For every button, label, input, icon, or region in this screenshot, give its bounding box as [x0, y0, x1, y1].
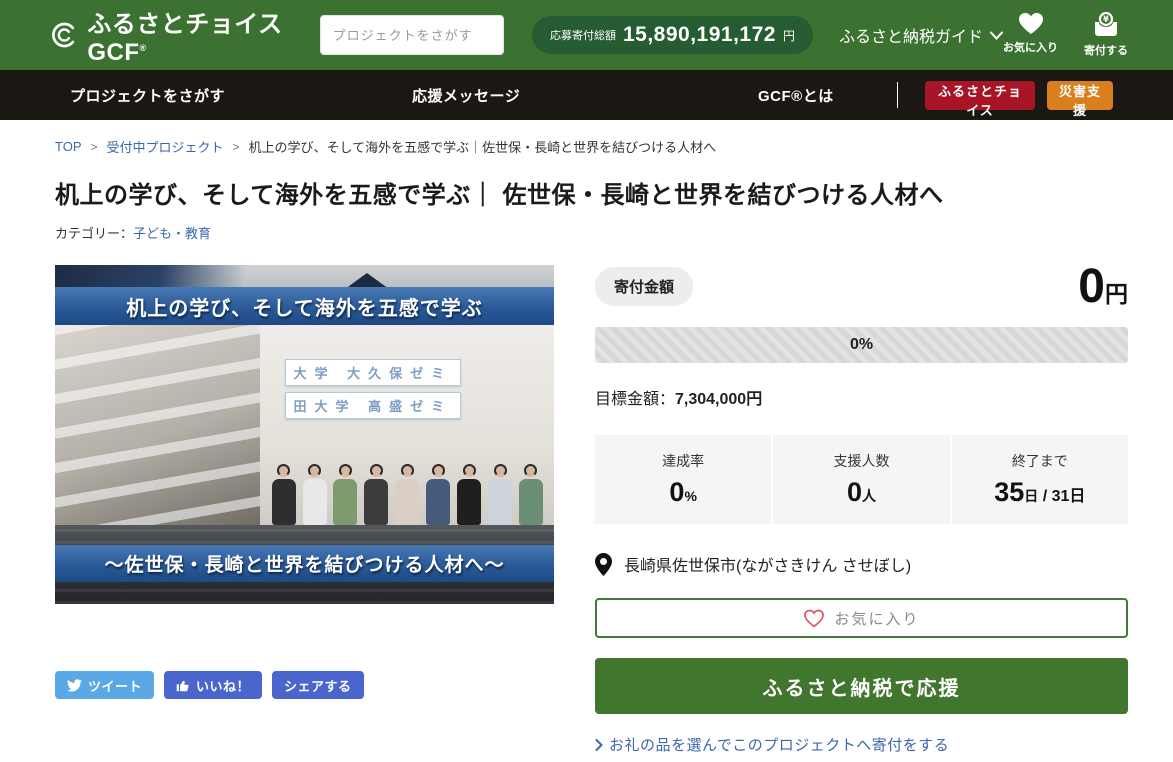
- header-donate[interactable]: ¥ 寄付する: [1084, 12, 1128, 58]
- main-nav: プロジェクトをさがす 応援メッセージ GCF®とは ふるさとチョイス 災害支援: [0, 70, 1173, 120]
- tax-guide-menu[interactable]: ふるさと納税ガイド: [839, 23, 1003, 47]
- category-label: カテゴリー：: [55, 226, 134, 241]
- donation-amount: 0 円: [1078, 263, 1128, 311]
- disaster-support-button[interactable]: 災害支援: [1047, 81, 1113, 118]
- stat-value: 35: [994, 477, 1025, 507]
- stat-unit: 日: [1024, 488, 1039, 504]
- student-figure: [363, 464, 389, 525]
- student-figure: [271, 464, 297, 525]
- goal-amount-row: 目標金額：7,304,000円: [595, 385, 1128, 409]
- header-search: [319, 15, 504, 55]
- project-hero-image[interactable]: 大学 大久保ゼミ 田大学 高盛ゼミ 机上の学び、そして海外を五感で学ぶ ～佐世保…: [55, 265, 554, 604]
- seminar-sign-row1: 大学 大久保ゼミ: [284, 359, 462, 386]
- tweet-button-label: ツイート: [88, 678, 143, 694]
- progress-bar: 0%: [595, 327, 1128, 363]
- stat-days-remaining: 終了まで 35日 / 31日: [951, 435, 1128, 524]
- location-text: 長崎県佐世保市(ながさきけん させぼし): [624, 558, 912, 575]
- goal-label: 目標金額：: [595, 391, 676, 408]
- hero-middle-photo: 大学 大久保ゼミ 田大学 高盛ゼミ: [55, 325, 554, 525]
- student-figure: [425, 464, 451, 525]
- search-input[interactable]: [320, 16, 503, 54]
- share-button-label: シェアする: [284, 678, 352, 694]
- tax-guide-label: ふるさと納税ガイド: [838, 29, 983, 46]
- nav-item-search-projects[interactable]: プロジェクトをさがす: [70, 70, 225, 120]
- nav-item-about-gcf[interactable]: GCF®とは: [758, 70, 834, 120]
- twitter-bird-icon: [67, 678, 82, 691]
- stat-label: 終了まで: [1011, 453, 1068, 469]
- goal-value: 7,304,000円: [675, 391, 763, 408]
- breadcrumb-separator: >: [90, 139, 98, 154]
- hero-students-group: [265, 429, 550, 525]
- share-row: ツイート いいね！ シェアする: [55, 671, 554, 699]
- header-favorites[interactable]: お気に入り: [1003, 12, 1058, 58]
- stat-unit: 人: [862, 488, 876, 504]
- progress-percent: 0%: [849, 336, 874, 353]
- logo-text: ふるさとチョイスGCF®: [87, 10, 283, 66]
- thumbs-up-icon: [176, 680, 189, 692]
- donate-cta-button[interactable]: ふるさと納税で応援: [595, 658, 1128, 714]
- donation-amount-value: 0: [1078, 260, 1105, 313]
- heart-outline-icon: [804, 609, 825, 627]
- student-figure: [518, 464, 544, 525]
- total-donation-badge: 応募寄付総額 15,890,191,172 円: [531, 16, 813, 54]
- map-pin-icon: [595, 552, 612, 576]
- stat-label: 支援人数: [833, 453, 890, 469]
- page-title: 机上の学び、そして海外を五感で学ぶ｜ 佐世保・長崎と世界を結びつける人材へ: [55, 182, 944, 209]
- total-donation-label: 応募寄付総額: [549, 30, 616, 42]
- reward-link[interactable]: お礼の品を選んでこのプロジェクトへ寄付をする: [609, 734, 949, 755]
- nav-item-support-messages[interactable]: 応援メッセージ: [412, 70, 520, 120]
- logo-c-icon: [52, 22, 75, 48]
- breadcrumb-current: 机上の学び、そして海外を五感で学ぶ｜佐世保・長崎と世界を結びつける人材へ: [248, 140, 717, 155]
- breadcrumb: TOP > 受付中プロジェクト > 机上の学び、そして海外を五感で学ぶ｜佐世保・…: [55, 137, 1128, 156]
- nav-divider: [897, 82, 898, 108]
- hero-seminar-signs: 大学 大久保ゼミ 田大学 高盛ゼミ: [284, 359, 462, 419]
- stats-row: 達成率 0% 支援人数 0人 終了まで 35日 / 31日: [595, 435, 1128, 524]
- site-header: ふるさとチョイスGCF® 応募寄付総額 15,890,191,172 円 ふるさ…: [0, 0, 1173, 70]
- like-button-label: いいね！: [196, 678, 251, 694]
- share-button[interactable]: シェアする: [272, 671, 364, 699]
- stat-unit: %: [684, 488, 697, 504]
- student-figure: [394, 464, 420, 525]
- stat-supporters: 支援人数 0人: [773, 435, 950, 524]
- chevron-down-icon: [990, 31, 1003, 40]
- student-figure: [302, 464, 328, 525]
- category-row: カテゴリー：子ども・教育: [55, 223, 1128, 242]
- hero-classroom-photo: [55, 325, 260, 525]
- stat-value: 0: [669, 477, 685, 507]
- chevron-right-icon: [595, 738, 603, 751]
- site-logo[interactable]: ふるさとチョイスGCF®: [50, 4, 288, 67]
- breadcrumb-top-link[interactable]: TOP: [55, 139, 82, 154]
- donate-label: 寄付する: [1084, 45, 1128, 57]
- favorite-button[interactable]: お気に入り: [595, 598, 1128, 638]
- location-row: 長崎県佐世保市(ながさきけん させぼし): [595, 552, 1128, 576]
- stat-label: 達成率: [662, 453, 705, 469]
- student-figure: [487, 464, 513, 525]
- total-donation-unit: 円: [782, 28, 795, 43]
- donation-amount-unit: 円: [1105, 281, 1128, 307]
- svg-text:¥: ¥: [1103, 15, 1109, 25]
- category-link[interactable]: 子ども・教育: [133, 226, 211, 241]
- reward-link-row: お礼の品を選んでこのプロジェクトへ寄付をする: [595, 734, 1128, 755]
- stat-value: 0: [846, 477, 862, 507]
- favorites-label: お気に入り: [1003, 42, 1058, 54]
- donate-box-icon: ¥: [1095, 12, 1117, 36]
- stat-extra: / 31日: [1038, 488, 1086, 505]
- seminar-sign-row2: 田大学 高盛ゼミ: [284, 392, 462, 419]
- total-donation-amount: 15,890,191,172: [622, 23, 776, 46]
- hero-banner-top: 机上の学び、そして海外を五感で学ぶ: [55, 287, 554, 325]
- donation-panel: 寄付金額 0 円 0% 目標金額：7,304,000円 達成率 0% 支援人数: [595, 263, 1128, 755]
- breadcrumb-separator: >: [232, 139, 240, 154]
- student-figure: [456, 464, 482, 525]
- donation-amount-badge: 寄付金額: [595, 267, 694, 306]
- favorite-button-label: お気に入り: [834, 610, 920, 628]
- facebook-like-button[interactable]: いいね！: [164, 671, 263, 699]
- hero-banner-bottom: ～佐世保・長崎と世界を結びつける人材へ～: [55, 545, 554, 582]
- furusato-choice-button[interactable]: ふるさとチョイス: [925, 81, 1035, 118]
- stat-achievement-rate: 達成率 0%: [595, 435, 772, 524]
- student-figure: [332, 464, 358, 525]
- tweet-button[interactable]: ツイート: [55, 671, 155, 699]
- heart-icon: [1018, 13, 1043, 34]
- registered-mark: ®: [139, 42, 147, 53]
- breadcrumb-listing-link[interactable]: 受付中プロジェクト: [107, 137, 224, 156]
